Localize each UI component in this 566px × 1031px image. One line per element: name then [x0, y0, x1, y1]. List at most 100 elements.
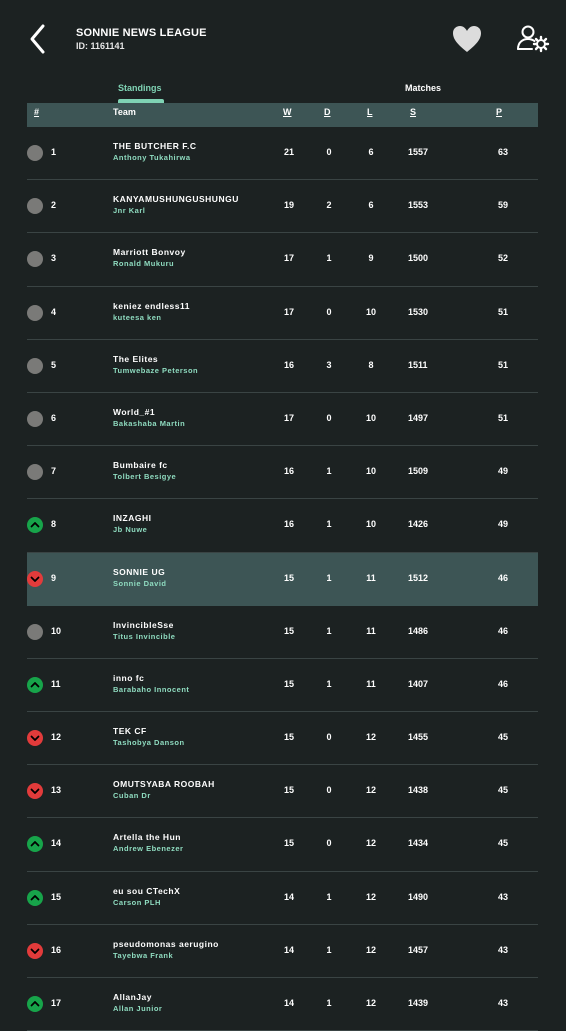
chevron-up-icon	[27, 889, 43, 906]
position-cell: 6	[51, 412, 57, 423]
manager-name: Jnr Karl	[113, 206, 146, 216]
table-row[interactable]: 3 Marriott Bonvoy Ronald Mukuru 17 1 9 1500 52	[27, 233, 538, 287]
team-name: AllanJay	[113, 992, 152, 1002]
column-header-team[interactable]: Team	[113, 107, 136, 117]
no-change-icon	[27, 145, 43, 161]
team-name: OMUTSYABA ROOBAH	[113, 779, 215, 790]
column-header-losses[interactable]: L	[367, 107, 373, 117]
team-name: World_#1	[113, 406, 156, 417]
manager-name: Titus Invincible	[113, 631, 176, 641]
table-row[interactable]: 17 AllanJay Allan Junior 14 1 12 1439 43	[27, 978, 538, 1031]
no-change-icon	[27, 357, 43, 374]
column-header-wins[interactable]: W	[283, 107, 292, 117]
table-row[interactable]: 5 The Elites Tumwebaze Peterson 16 3 8 1511 51	[27, 340, 538, 393]
wins-cell: 17	[283, 306, 294, 317]
losses-cell: 6	[368, 147, 374, 157]
tab-standings[interactable]: Standings	[118, 83, 162, 93]
points-cell: 43	[497, 944, 508, 955]
draws-cell: 1	[326, 944, 332, 955]
table-row[interactable]: 7 Bumbaire fc Tolbert Besigye 16 1 10 1509 49	[27, 446, 538, 500]
points-cell: 46	[497, 625, 508, 636]
score-cell: 1512	[408, 572, 429, 583]
chevron-down-icon	[27, 783, 43, 800]
team-name: Marriott Bonvoy	[113, 247, 186, 258]
team-name: KANYAMUSHUNGUSHUNGU	[113, 194, 239, 205]
table-row[interactable]: 8 INZAGHI Jb Nuwe 16 1 10 1426 49	[27, 499, 538, 553]
chevron-up-icon	[27, 836, 43, 853]
table-row[interactable]: 6 World_#1 Bakashaba Martin 17 0 10 1497 51	[27, 393, 538, 447]
draws-cell: 0	[326, 412, 332, 423]
team-name: eu sou CTechX	[113, 885, 181, 896]
column-header-position[interactable]: #	[34, 107, 39, 117]
favorite-button[interactable]	[451, 24, 483, 54]
manager-name: Tolbert Besigye	[113, 472, 177, 482]
wins-cell: 15	[283, 785, 294, 796]
position-cell: 10	[51, 625, 62, 636]
draws-cell: 1	[326, 253, 332, 264]
table-row[interactable]: 11 inno fc Barabaho Innocent 15 1 11 1407 46	[27, 659, 538, 713]
manager-name: Carson PLH	[113, 897, 161, 907]
column-header-points[interactable]: P	[496, 107, 502, 117]
table-row[interactable]: 9 SONNIE UG Sonnie David 15 1 11 1512 46	[27, 552, 538, 606]
chevron-up-icon	[27, 996, 43, 1012]
score-cell: 1439	[408, 998, 429, 1008]
position-cell: 16	[51, 944, 62, 955]
losses-cell: 10	[365, 519, 376, 530]
score-cell: 1486	[408, 625, 429, 636]
table-row[interactable]: 4 keniez endless11 kuteesa ken 17 0 10 1530 51	[27, 287, 538, 340]
losses-cell: 11	[366, 572, 376, 583]
team-name: Bumbaire fc	[113, 460, 168, 471]
wins-cell: 16	[283, 466, 294, 477]
column-header-score[interactable]: S	[410, 107, 416, 117]
manager-name: Ronald Mukuru	[113, 259, 175, 269]
chevron-up-icon	[27, 517, 43, 534]
table-row[interactable]: 16 pseudomonas aerugino Tayebwa Frank 14 1 12…	[27, 925, 538, 978]
table-row[interactable]: 13 OMUTSYABA ROOBAH Cuban Dr 15 0 12 1438 45	[27, 765, 538, 819]
chevron-down-icon	[27, 730, 43, 747]
column-header-draws[interactable]: D	[324, 107, 331, 117]
wins-cell: 14	[283, 998, 294, 1008]
position-cell: 4	[51, 306, 57, 317]
points-cell: 51	[497, 359, 508, 370]
table-header: # Team W D L S P	[27, 103, 538, 127]
back-button[interactable]	[24, 22, 54, 56]
manager-name: kuteesa ken	[113, 312, 162, 322]
score-cell: 1426	[408, 519, 429, 530]
draws-cell: 1	[326, 678, 332, 689]
wins-cell: 17	[283, 253, 294, 264]
table-row[interactable]: 14 Artella the Hun Andrew Ebenezer 15 0 12 143…	[27, 818, 538, 872]
team-name: Artella the Hun	[113, 832, 181, 843]
table-row[interactable]: 12 TEK CF Tashobya Danson 15 0 12 1455 45	[27, 712, 538, 766]
losses-cell: 12	[365, 785, 376, 796]
no-change-icon	[27, 304, 43, 321]
team-name: InvincibleSse	[113, 619, 174, 630]
draws-cell: 1	[326, 998, 332, 1008]
points-cell: 51	[497, 306, 508, 317]
table-row[interactable]: 2 KANYAMUSHUNGUSHUNGU Jnr Karl 19 2 6 1553 59	[27, 180, 538, 234]
table-row[interactable]: 10 InvincibleSse Titus Invincible 15 1 11 1486…	[27, 606, 538, 659]
manager-name: Tashobya Danson	[113, 738, 185, 748]
wins-cell: 21	[283, 147, 294, 157]
chevron-down-icon	[27, 570, 43, 587]
manager-name: Cuban Dr	[113, 791, 151, 801]
team-name: SONNIE UG	[113, 566, 166, 577]
no-change-icon	[27, 464, 43, 481]
losses-cell: 10	[365, 466, 376, 477]
table-row[interactable]: 15 eu sou CTechX Carson PLH 14 1 12 1490 43	[27, 872, 538, 925]
manager-name: Tumwebaze Peterson	[113, 365, 199, 375]
score-cell: 1557	[408, 147, 429, 157]
user-settings-button[interactable]	[516, 24, 550, 54]
wins-cell: 15	[283, 678, 294, 689]
manager-name: Barabaho Innocent	[113, 684, 190, 694]
draws-cell: 0	[326, 147, 332, 157]
losses-cell: 12	[365, 732, 376, 743]
team-name: keniez endless11	[113, 300, 190, 311]
chevron-down-icon	[27, 942, 43, 959]
wins-cell: 15	[283, 572, 294, 583]
team-name: INZAGHI	[113, 513, 152, 524]
position-cell: 12	[51, 732, 62, 743]
draws-cell: 1	[326, 891, 332, 902]
table-row[interactable]: 1 THE BUTCHER F.C Anthony Tukahirwa 21 0 6 155…	[27, 127, 538, 181]
tab-matches[interactable]: Matches	[405, 83, 441, 93]
score-cell: 1553	[408, 200, 429, 211]
